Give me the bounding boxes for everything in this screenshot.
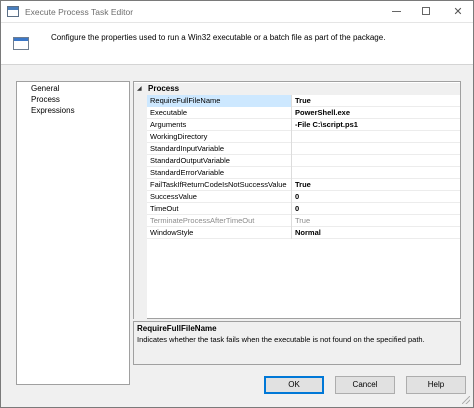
property-name: RequireFullFileName — [147, 95, 292, 107]
maximize-button[interactable] — [411, 1, 441, 23]
nav-item-general[interactable]: General — [31, 84, 59, 93]
property-value[interactable]: PowerShell.exe — [294, 107, 458, 119]
property-name: StandardErrorVariable — [147, 167, 292, 179]
property-row-timeout[interactable]: TimeOut 0 — [147, 203, 460, 215]
property-row-standardinputvariable[interactable]: StandardInputVariable — [147, 143, 460, 155]
property-row-standardoutputvariable[interactable]: StandardOutputVariable — [147, 155, 460, 167]
property-row-workingdirectory[interactable]: WorkingDirectory — [147, 131, 460, 143]
header-description: Configure the properties used to run a W… — [51, 33, 386, 42]
property-name: FailTaskIfReturnCodeIsNotSuccessValue — [147, 179, 292, 191]
property-row-executable[interactable]: Executable PowerShell.exe — [147, 107, 460, 119]
property-row-requirefullfilename[interactable]: RequireFullFileName True — [147, 95, 460, 107]
property-name: TerminateProcessAfterTimeOut — [147, 215, 292, 227]
minimize-icon — [391, 10, 401, 12]
nav-item-process[interactable]: Process — [31, 95, 60, 104]
description-title: RequireFullFileName — [137, 324, 217, 333]
property-name: Arguments — [147, 119, 292, 131]
close-button[interactable]: ✕ — [443, 1, 473, 23]
property-name: WindowStyle — [147, 227, 292, 239]
grid-gutter — [134, 95, 147, 319]
property-value[interactable]: True — [294, 179, 458, 191]
property-name: WorkingDirectory — [147, 131, 292, 143]
title-bar: Execute Process Task Editor ✕ — [1, 1, 473, 23]
property-value[interactable]: -File C:\script.ps1 — [294, 119, 458, 131]
property-value[interactable] — [294, 167, 458, 179]
property-value[interactable]: Normal — [294, 227, 458, 239]
page-nav: General Process Expressions — [16, 81, 130, 385]
property-value[interactable]: True — [294, 95, 458, 107]
property-value[interactable]: 0 — [294, 191, 458, 203]
window-title: Execute Process Task Editor — [25, 7, 134, 17]
property-row-terminateprocessaftertimeout: TerminateProcessAfterTimeOut True — [147, 215, 460, 227]
ok-button[interactable]: OK — [264, 376, 324, 394]
property-name: StandardOutputVariable — [147, 155, 292, 167]
property-row-windowstyle[interactable]: WindowStyle Normal — [147, 227, 460, 239]
header-band: Configure the properties used to run a W… — [1, 23, 473, 65]
property-value[interactable] — [294, 131, 458, 143]
property-name: SuccessValue — [147, 191, 292, 203]
property-name: Executable — [147, 107, 292, 119]
property-value[interactable] — [294, 143, 458, 155]
property-row-successvalue[interactable]: SuccessValue 0 — [147, 191, 460, 203]
property-row-failtaskifreturncodeisnotsuccessvalue[interactable]: FailTaskIfReturnCodeIsNotSuccessValue Tr… — [147, 179, 460, 191]
cancel-button[interactable]: Cancel — [335, 376, 395, 394]
property-row-arguments[interactable]: Arguments -File C:\script.ps1 — [147, 119, 460, 131]
property-row-standarderrorvariable[interactable]: StandardErrorVariable — [147, 167, 460, 179]
dialog-window: Execute Process Task Editor ✕ Configure … — [0, 0, 474, 408]
property-value[interactable] — [294, 155, 458, 167]
property-grid: ◢ Process RequireFullFileName True Execu… — [133, 81, 461, 319]
description-pane: RequireFullFileName Indicates whether th… — [133, 321, 461, 365]
property-value[interactable]: 0 — [294, 203, 458, 215]
window-app-icon — [7, 6, 19, 17]
category-row-process[interactable]: ◢ Process — [134, 83, 460, 95]
maximize-icon — [422, 7, 430, 16]
minimize-button[interactable] — [381, 1, 411, 23]
property-name: TimeOut — [147, 203, 292, 215]
help-button[interactable]: Help — [406, 376, 466, 394]
close-icon: ✕ — [453, 6, 463, 18]
property-name: StandardInputVariable — [147, 143, 292, 155]
task-window-icon — [13, 37, 29, 50]
nav-item-expressions[interactable]: Expressions — [31, 106, 75, 115]
category-label: Process — [148, 84, 180, 93]
description-body: Indicates whether the task fails when th… — [137, 335, 425, 344]
property-value: True — [295, 216, 311, 225]
resize-grip-icon[interactable] — [462, 396, 470, 404]
collapse-triangle-icon[interactable]: ◢ — [137, 85, 142, 92]
